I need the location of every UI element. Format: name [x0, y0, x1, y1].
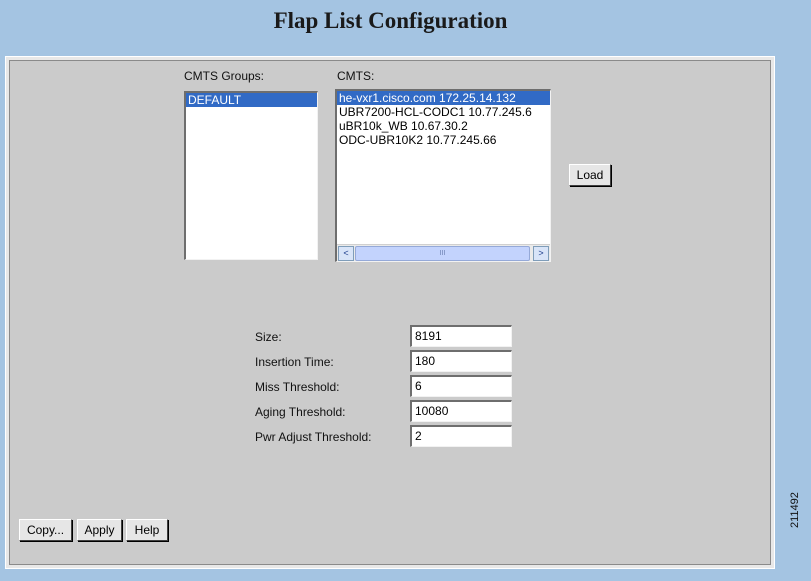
figure-id: 211492: [789, 492, 801, 528]
size-input[interactable]: 8191: [410, 325, 512, 347]
aging-threshold-input[interactable]: 10080: [410, 400, 512, 422]
miss-threshold-label: Miss Threshold:: [255, 380, 340, 394]
aging-threshold-label: Aging Threshold:: [255, 405, 346, 419]
help-button[interactable]: Help: [126, 519, 168, 541]
load-button[interactable]: Load: [569, 164, 611, 186]
cmts-groups-listbox[interactable]: DEFAULT: [184, 91, 318, 260]
cmts-listbox[interactable]: he-vxr1.cisco.com 172.25.14.132 UBR7200-…: [335, 89, 551, 262]
miss-threshold-input[interactable]: 6: [410, 375, 512, 397]
scroll-thumb[interactable]: III: [355, 246, 530, 261]
list-item[interactable]: UBR7200-HCL-CODC1 10.77.245.6: [337, 105, 550, 119]
scroll-left-icon[interactable]: <: [338, 246, 354, 261]
cmts-groups-label: CMTS Groups:: [184, 69, 265, 83]
pwr-adjust-threshold-input[interactable]: 2: [410, 425, 512, 447]
insertion-time-input[interactable]: 180: [410, 350, 512, 372]
scroll-right-icon[interactable]: >: [533, 246, 549, 261]
list-item[interactable]: ODC-UBR10K2 10.77.245.66: [337, 133, 550, 147]
pwr-adjust-threshold-label: Pwr Adjust Threshold:: [255, 430, 372, 444]
cmts-label: CMTS:: [337, 69, 375, 83]
apply-button[interactable]: Apply: [77, 519, 122, 541]
copy-button[interactable]: Copy...: [19, 519, 72, 541]
horizontal-scrollbar[interactable]: < III >: [337, 244, 550, 261]
list-item-default[interactable]: DEFAULT: [186, 93, 317, 107]
list-item[interactable]: he-vxr1.cisco.com 172.25.14.132: [337, 91, 550, 105]
size-label: Size:: [255, 330, 282, 344]
list-item[interactable]: uBR10k_WB 10.67.30.2: [337, 119, 550, 133]
page-title: Flap List Configuration: [273, 8, 508, 33]
insertion-time-label: Insertion Time:: [255, 355, 334, 369]
